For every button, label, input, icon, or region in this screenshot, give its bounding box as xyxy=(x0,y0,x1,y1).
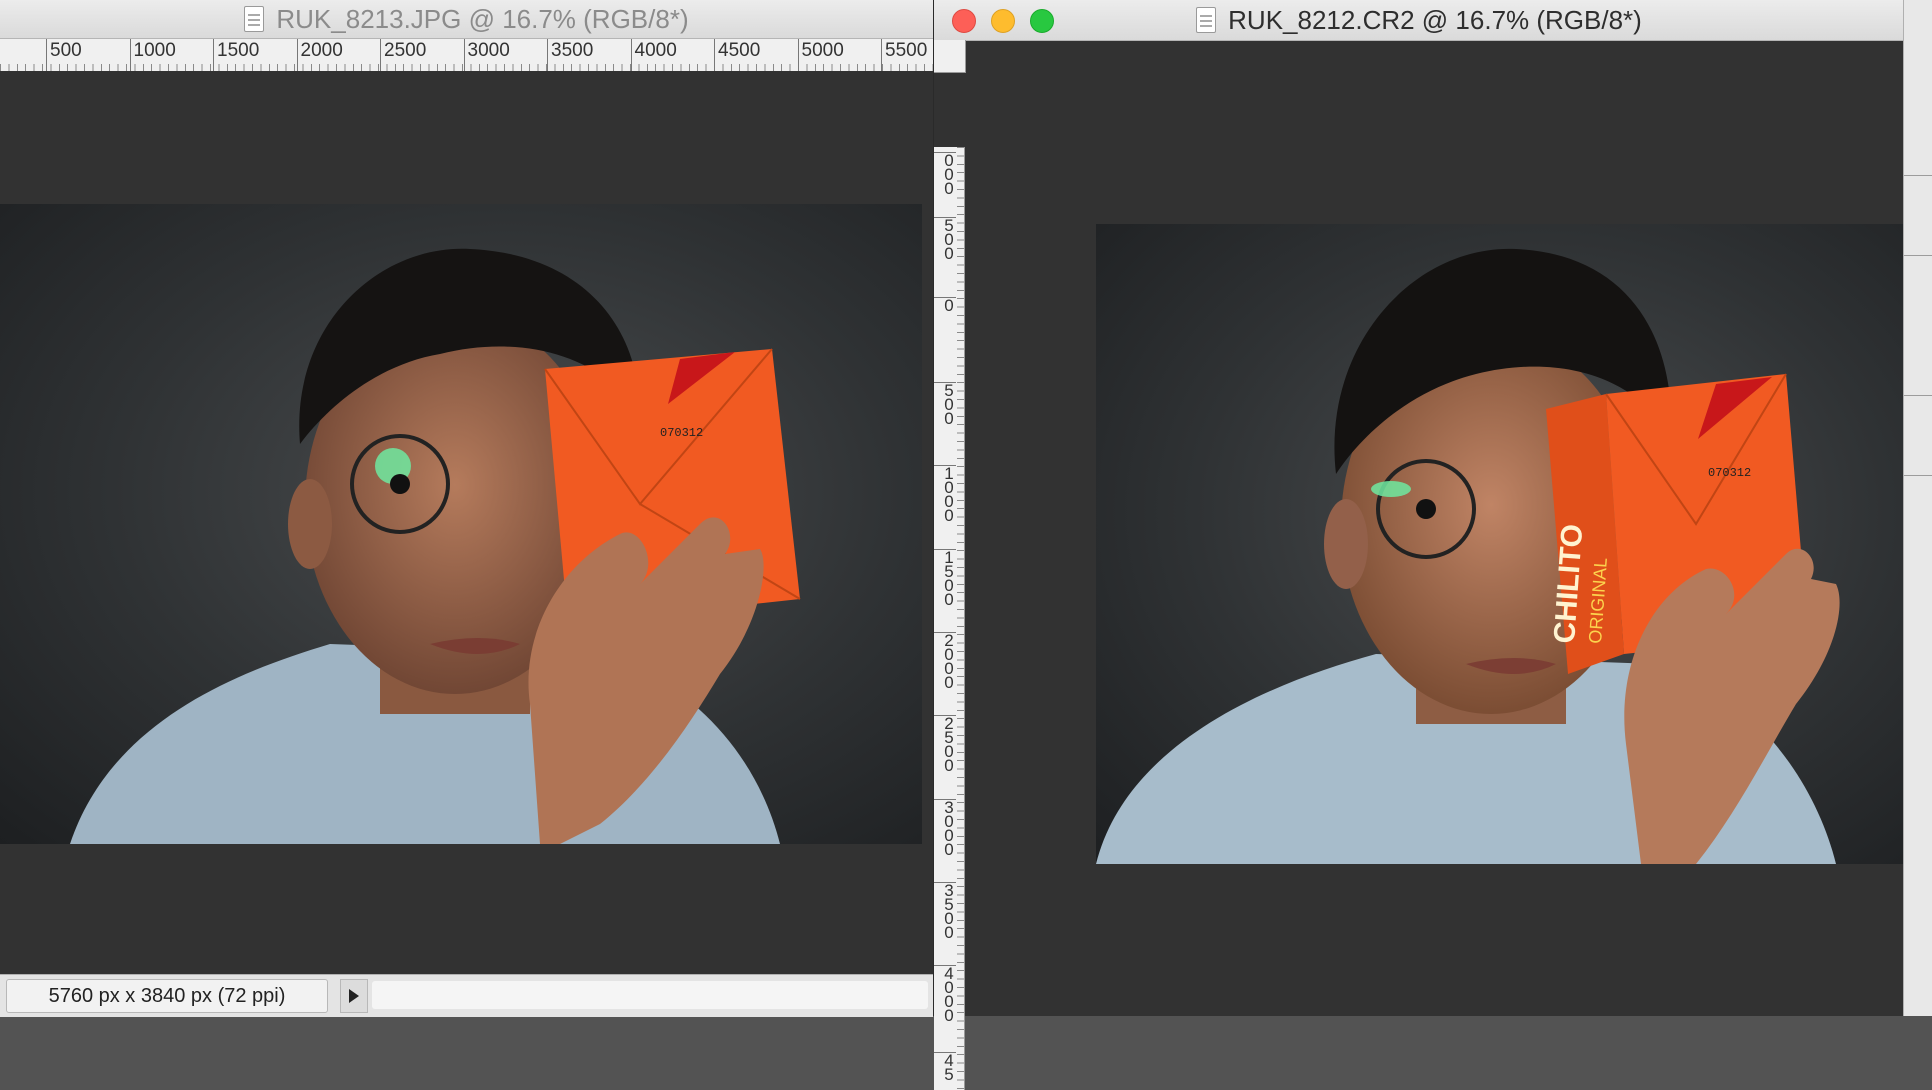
panel-divider xyxy=(1904,475,1932,476)
panel-divider xyxy=(1904,255,1932,256)
box-code: 070312 xyxy=(660,426,703,440)
right-canvas[interactable]: 070312 CHILITO ORIGINAL xyxy=(966,73,1904,1016)
play-arrow-icon xyxy=(349,989,359,1003)
left-horizontal-ruler[interactable]: 500 1000 1500 2000 2500 3000 3500 4000 4500 5000 5… xyxy=(0,39,933,72)
ruler-tick-label: 3000 xyxy=(934,799,956,858)
ear xyxy=(288,479,332,569)
ruler-tick-label: 2000 xyxy=(296,39,343,71)
document-size-text: 5760 px x 3840 px (72 ppi) xyxy=(48,985,286,1007)
left-photo: 070312 xyxy=(0,204,922,844)
left-window-titlebar[interactable]: RUK_8213.JPG @ 16.7% (RGB/8*) xyxy=(0,0,933,39)
eye xyxy=(1416,499,1436,519)
ruler-tick-label: 3000 xyxy=(463,39,510,71)
ruler-tick-label: 4000 xyxy=(630,39,677,71)
ruler-tick-label: 1000 xyxy=(934,465,956,524)
ruler-corner xyxy=(934,40,966,73)
eye xyxy=(390,474,410,494)
minimize-traffic-light-icon[interactable] xyxy=(991,9,1015,33)
box-code: 070312 xyxy=(1708,466,1751,480)
document-icon xyxy=(244,6,265,32)
ruler-tick-label: 2000 xyxy=(934,632,956,691)
ruler-tick-label: 000 xyxy=(934,152,956,197)
status-menu-button[interactable] xyxy=(340,979,368,1013)
right-portrait-image: 070312 CHILITO ORIGINAL xyxy=(1096,248,1840,864)
ruler-tick-label: 1500 xyxy=(934,549,956,608)
side-panel-edge[interactable] xyxy=(1903,0,1932,1016)
ruler-tick-label: 5500 xyxy=(881,39,927,71)
horizontal-scrollbar[interactable] xyxy=(372,981,928,1009)
panel-divider xyxy=(1904,175,1932,176)
ruler-tick-label: 4000 xyxy=(934,965,956,1024)
ruler-tick-label: 3500 xyxy=(547,39,593,71)
left-portrait-image: 070312 xyxy=(70,248,801,844)
ruler-tick-label: 5000 xyxy=(797,39,844,71)
left-document-window[interactable]: RUK_8213.JPG @ 16.7% (RGB/8*) 500 1000 150… xyxy=(0,0,933,1017)
ruler-tick-label: 500 xyxy=(934,382,956,427)
right-vertical-ruler[interactable]: 000 500 0 500 1000 1500 2000 2500 3000 3500 4000 45 xyxy=(934,147,965,1090)
right-photo: 070312 CHILITO ORIGINAL xyxy=(1096,224,1904,864)
right-document-window[interactable]: RUK_8212.CR2 @ 16.7% (RGB/8*) 500 0 500 100… xyxy=(933,0,1904,1090)
raw-file-icon xyxy=(1196,7,1217,33)
ruler-tick-label: 500 xyxy=(46,39,82,71)
ruler-tick-label: 0 xyxy=(934,297,956,314)
ruler-tick-label: 1000 xyxy=(129,39,176,71)
glasses-reflection xyxy=(1371,481,1411,497)
ruler-tick-label: 3500 xyxy=(934,882,956,941)
ear xyxy=(1324,499,1368,589)
ruler-tick-label: 500 xyxy=(934,217,956,262)
ruler-tick-label: 4500 xyxy=(714,39,760,71)
document-size-status[interactable]: 5760 px x 3840 px (72 ppi) xyxy=(6,979,328,1013)
left-canvas[interactable]: 070312 xyxy=(0,71,933,974)
close-traffic-light-icon[interactable] xyxy=(952,9,976,33)
ruler-tick-label: 2500 xyxy=(380,39,426,71)
right-window-title: RUK_8212.CR2 @ 16.7% (RGB/8*) xyxy=(1228,4,1642,35)
panel-divider xyxy=(1904,395,1932,396)
left-status-bar: 5760 px x 3840 px (72 ppi) xyxy=(0,974,933,1017)
left-window-title: RUK_8213.JPG @ 16.7% (RGB/8*) xyxy=(276,3,689,34)
ruler-tick-label: 2500 xyxy=(934,715,956,774)
zoom-traffic-light-icon[interactable] xyxy=(1030,9,1054,33)
ruler-tick-label: 45 xyxy=(934,1052,956,1083)
right-window-titlebar[interactable]: RUK_8212.CR2 @ 16.7% (RGB/8*) xyxy=(934,0,1904,41)
ruler-tick-label: 1500 xyxy=(213,39,259,71)
